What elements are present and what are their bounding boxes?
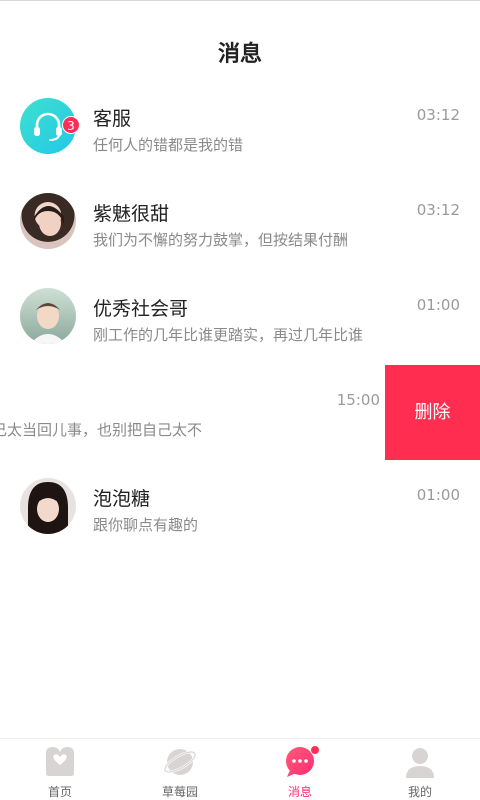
tab-label: 消息 [287, 785, 312, 799]
conversation-row-youxiu[interactable]: 优秀社会哥 刚工作的几年比谁更踏实，再过几年比谁 01:00 [0, 270, 480, 365]
delete-button[interactable]: 删除 [385, 365, 480, 460]
conversation-preview: 跟你聊点有趣的 [93, 516, 199, 534]
conversation-name: 泡泡糖 [93, 488, 151, 510]
conversation-time: 15:00 [336, 391, 380, 409]
conversation-preview: 我们为不懈的努力鼓掌，但按结果付酬 [93, 231, 349, 249]
conversation-time: 03:12 [416, 106, 460, 124]
tab-label: 草莓园 [161, 785, 198, 799]
tab-messages[interactable]: 消息 [240, 739, 360, 800]
conversation-name: 紫魅很甜 [93, 203, 170, 225]
conversation-time: 03:12 [416, 201, 460, 219]
user-avatar [20, 193, 76, 249]
unread-badge: 3 [62, 116, 80, 134]
person-icon [406, 748, 434, 778]
page-title: 消息 [217, 42, 262, 67]
user-avatar [20, 478, 76, 534]
conversation-row-paopaotang[interactable]: 泡泡糖 跟你聊点有趣的 01:00 [0, 460, 480, 555]
header: 消息 [0, 0, 480, 90]
conversation-row-zimei[interactable]: 紫魅很甜 我们为不懈的努力鼓掌，但按结果付酬 03:12 [0, 175, 480, 270]
tab-label: 我的 [407, 785, 432, 799]
tab-home[interactable]: 首页 [0, 739, 120, 800]
conversation-preview: 不要把自己太当回儿事，也别把自己太不 [0, 421, 203, 439]
user-avatar [20, 288, 76, 344]
tab-mine[interactable]: 我的 [360, 739, 480, 800]
notification-dot [310, 745, 320, 755]
bottom-tab-bar: 首页 草莓园 消息 我的 [0, 738, 480, 800]
tab-label: 首页 [47, 785, 72, 799]
swiped-content: 晴天 不要把自己太当回儿事，也别把自己太不 15:00 [0, 365, 400, 460]
conversation-time: 01:00 [416, 486, 460, 504]
conversation-name: 客服 [93, 108, 132, 130]
conversation-name: 优秀社会哥 [93, 298, 189, 320]
conversation-row-qingtian[interactable]: 晴天 不要把自己太当回儿事，也别把自己太不 15:00 删除 [0, 365, 480, 460]
conversation-preview: 任何人的错都是我的错 [93, 136, 244, 154]
home-heart-icon [46, 747, 74, 776]
planet-icon [163, 749, 197, 775]
conversation-preview: 刚工作的几年比谁更踏实，再过几年比谁 [93, 326, 364, 344]
tab-strawberry-garden[interactable]: 草莓园 [120, 739, 240, 800]
conversation-list: 客服 任何人的错都是我的错 03:12 紫魅很甜 我们为不懈的努力鼓掌，但按结果… [0, 80, 480, 555]
conversation-time: 01:00 [416, 296, 460, 314]
